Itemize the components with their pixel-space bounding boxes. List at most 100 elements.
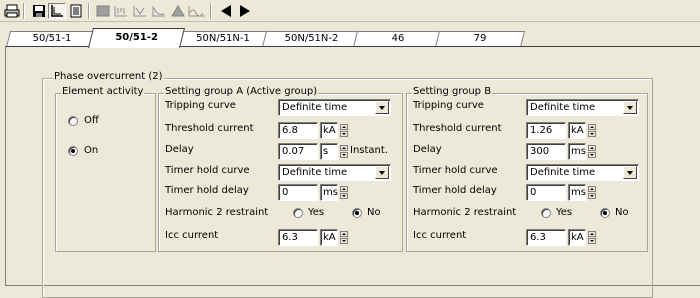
- curve-b-icon: [131, 3, 149, 19]
- group-b-icc-value: 6.3: [530, 232, 546, 243]
- group-a-threshold-input[interactable]: 6.8: [278, 122, 318, 139]
- activity-on-label: On: [84, 145, 99, 156]
- toolbar: [0, 0, 700, 22]
- group-a-timer-delay-spinner[interactable]: [340, 186, 348, 199]
- chevron-down-icon[interactable]: [623, 101, 637, 114]
- group-b-timer-delay-label: Timer hold delay: [413, 185, 497, 196]
- tab-46[interactable]: 46: [353, 31, 443, 47]
- curve-a-icon: [112, 3, 130, 19]
- group-a-threshold-unit[interactable]: kA: [320, 122, 338, 139]
- group-b-harmonic-yes-label: Yes: [556, 207, 573, 218]
- group-a-delay-label: Delay: [165, 144, 194, 155]
- group-a-threshold-unit-text: kA: [323, 125, 336, 136]
- save-icon[interactable]: [30, 3, 48, 19]
- group-b-timer-delay-input[interactable]: 0: [526, 184, 566, 201]
- group-b-tripping-curve-value: Definite time: [530, 102, 596, 113]
- group-b-icc-input[interactable]: 6.3: [526, 229, 566, 246]
- group-a-icc-input[interactable]: 6.3: [278, 229, 318, 246]
- group-a-icc-unit-text: kA: [323, 232, 336, 243]
- group-b-timer-delay-value: 0: [530, 187, 537, 198]
- group-a-icc-spinner[interactable]: [340, 231, 348, 244]
- group-b-threshold-input[interactable]: 1.26: [526, 122, 566, 139]
- group-a-delay-input[interactable]: 0.07: [278, 143, 318, 160]
- chevron-down-icon[interactable]: [375, 101, 389, 114]
- group-a-harmonic-label: Harmonic 2 restraint: [165, 207, 269, 218]
- chevron-down-icon[interactable]: [375, 166, 389, 179]
- group-b-timer-curve-select[interactable]: Definite time: [526, 164, 639, 181]
- group-a-timer-delay-label: Timer hold delay: [165, 185, 249, 196]
- group-a-delay-spinner[interactable]: [340, 145, 348, 158]
- group-b-icc-spinner[interactable]: [588, 231, 596, 244]
- group-a-harmonic-yes-label: Yes: [308, 207, 325, 218]
- group-b-delay-value: 300: [530, 146, 550, 157]
- group-b-delay-unit[interactable]: ms: [568, 143, 586, 160]
- group-b-timer-delay-spinner[interactable]: [588, 186, 596, 199]
- block-icon: [94, 3, 112, 19]
- group-b-harmonic-no-radio[interactable]: [600, 208, 610, 218]
- tab-strip: 50/51-1 50/51-2 50N/51N-1 50N/51N-2 46 7…: [0, 27, 700, 48]
- triangle-icon: [169, 3, 187, 19]
- print-icon[interactable]: [3, 3, 21, 19]
- activity-off-radio[interactable]: [68, 116, 78, 126]
- tab-50-51-2[interactable]: 50/51-2: [88, 28, 185, 48]
- arrow-right-icon[interactable]: [236, 3, 254, 19]
- group-b-delay-input[interactable]: 300: [526, 143, 566, 160]
- group-b-icc-unit[interactable]: kA: [568, 229, 586, 246]
- group-a-timer-curve-select[interactable]: Definite time: [278, 164, 391, 181]
- wave-icon: [188, 3, 206, 19]
- group-a-delay-unit-text: s: [323, 146, 329, 157]
- group-b-tripping-curve-select[interactable]: Definite time: [526, 99, 639, 116]
- group-a-tripping-curve-select[interactable]: Definite time: [278, 99, 391, 116]
- group-b-harmonic-label: Harmonic 2 restraint: [413, 207, 517, 218]
- document-icon[interactable]: [67, 3, 85, 19]
- group-b-timer-delay-unit-text: ms: [571, 187, 586, 198]
- tab-50n-51n-1[interactable]: 50N/51N-1: [176, 31, 270, 47]
- arrow-left-icon[interactable]: [217, 3, 235, 19]
- group-b-delay-label: Delay: [413, 144, 442, 155]
- group-b-timer-curve-label: Timer hold curve: [413, 165, 498, 176]
- tab-79[interactable]: 79: [435, 31, 525, 47]
- activity-off-label: Off: [84, 115, 99, 126]
- group-b-icc-unit-text: kA: [571, 232, 584, 243]
- tab-panel: Phase overcurrent (2) Element activity O…: [5, 46, 700, 298]
- group-b-threshold-unit[interactable]: kA: [568, 122, 586, 139]
- group-a-harmonic-no-radio[interactable]: [352, 208, 362, 218]
- group-a-threshold-value: 6.8: [282, 125, 298, 136]
- element-activity-title: Element activity: [61, 86, 145, 98]
- group-b-threshold-value: 1.26: [530, 125, 553, 136]
- group-b-tripping-curve-label: Tripping curve: [413, 100, 484, 111]
- group-a-icc-label: Icc current: [165, 230, 219, 241]
- group-b-threshold-label: Threshold current: [413, 123, 502, 134]
- group-a-tripping-curve-value: Definite time: [282, 102, 348, 113]
- tab-50n-51n-2[interactable]: 50N/51N-2: [262, 31, 361, 47]
- group-b-harmonic-yes-radio[interactable]: [541, 208, 551, 218]
- group-a-timer-delay-unit[interactable]: ms: [320, 184, 338, 201]
- group-b-delay-unit-text: ms: [571, 146, 586, 157]
- group-a-delay-instant-note: Instant.: [350, 145, 388, 156]
- group-a-threshold-spinner[interactable]: [340, 124, 348, 137]
- group-a-title: Setting group A (Active group): [164, 86, 319, 98]
- group-a-timer-delay-value: 0: [282, 187, 289, 198]
- chart-icon[interactable]: [48, 3, 66, 19]
- group-a-harmonic-yes-radio[interactable]: [293, 208, 303, 218]
- group-b-title: Setting group B: [412, 86, 493, 98]
- chevron-down-icon[interactable]: [623, 166, 637, 179]
- group-a-icc-unit[interactable]: kA: [320, 229, 338, 246]
- tab-50-51-1[interactable]: 50/51-1: [6, 31, 98, 47]
- group-a-delay-value: 0.07: [282, 146, 305, 157]
- group-b-timer-delay-unit[interactable]: ms: [568, 184, 586, 201]
- group-a-harmonic-no-label: No: [367, 207, 381, 218]
- group-b-delay-spinner[interactable]: [588, 145, 596, 158]
- group-a-timer-curve-value: Definite time: [282, 167, 348, 178]
- group-a-tripping-curve-label: Tripping curve: [165, 100, 236, 111]
- group-a-delay-unit[interactable]: s: [320, 143, 338, 160]
- group-a-icc-value: 6.3: [282, 232, 298, 243]
- group-b-icc-label: Icc current: [413, 230, 467, 241]
- group-b-threshold-spinner[interactable]: [588, 124, 596, 137]
- group-b-threshold-unit-text: kA: [571, 125, 584, 136]
- group-a-timer-delay-input[interactable]: 0: [278, 184, 318, 201]
- group-a-timer-curve-label: Timer hold curve: [165, 165, 250, 176]
- group-b-harmonic-no-label: No: [615, 207, 629, 218]
- activity-on-radio[interactable]: [68, 146, 78, 156]
- group-b-timer-curve-value: Definite time: [530, 167, 596, 178]
